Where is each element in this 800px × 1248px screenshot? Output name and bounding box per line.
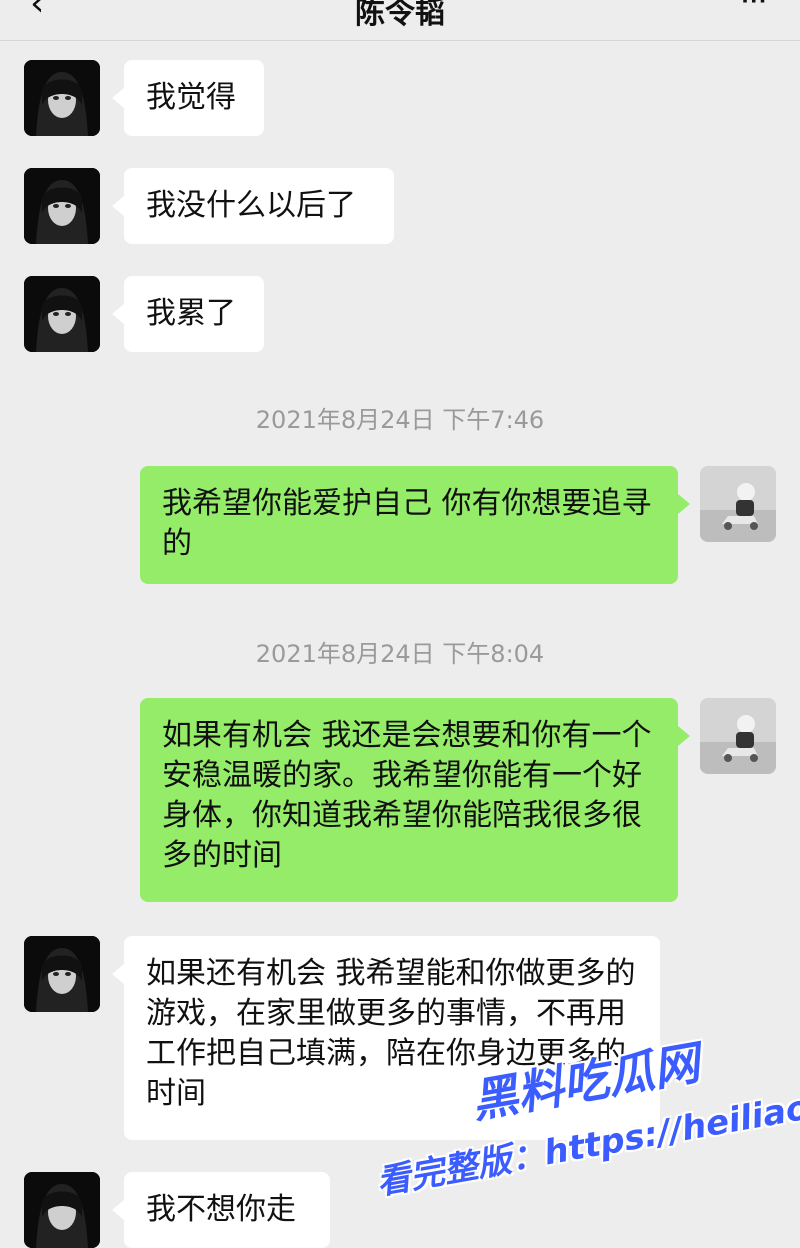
contact-avatar[interactable] <box>24 936 100 1012</box>
chat-header: ‹ 陈令韬 ··· <box>0 0 800 41</box>
timestamp: 2021年8月24日 下午7:46 <box>255 406 545 434</box>
user-avatar[interactable] <box>700 466 776 542</box>
more-options-icon[interactable]: ··· <box>740 0 768 18</box>
chat-title: 陈令韬 <box>355 0 445 31</box>
contact-avatar[interactable] <box>24 276 100 352</box>
message-bubble-received[interactable]: 我累了 <box>112 276 264 352</box>
message-bubble-received[interactable]: 我没什么以后了 <box>112 168 394 244</box>
message-bubble-sent[interactable]: 如果有机会 我还是会想要和你有一个安稳温暖的家。我希望你能有一个好身体，你知道我… <box>140 698 690 902</box>
contact-avatar[interactable] <box>24 60 100 136</box>
message-bubble-received[interactable]: 我不想你走 <box>112 1172 330 1248</box>
contact-avatar[interactable] <box>24 1172 100 1248</box>
timestamp: 2021年8月24日 下午8:04 <box>255 640 545 668</box>
message-bubble-sent[interactable]: 我希望你能爱护自己 你有你想要追寻的 <box>140 466 690 584</box>
message-bubble-received[interactable]: 我觉得 <box>112 60 264 136</box>
contact-avatar[interactable] <box>24 168 100 244</box>
user-avatar[interactable] <box>700 698 776 774</box>
